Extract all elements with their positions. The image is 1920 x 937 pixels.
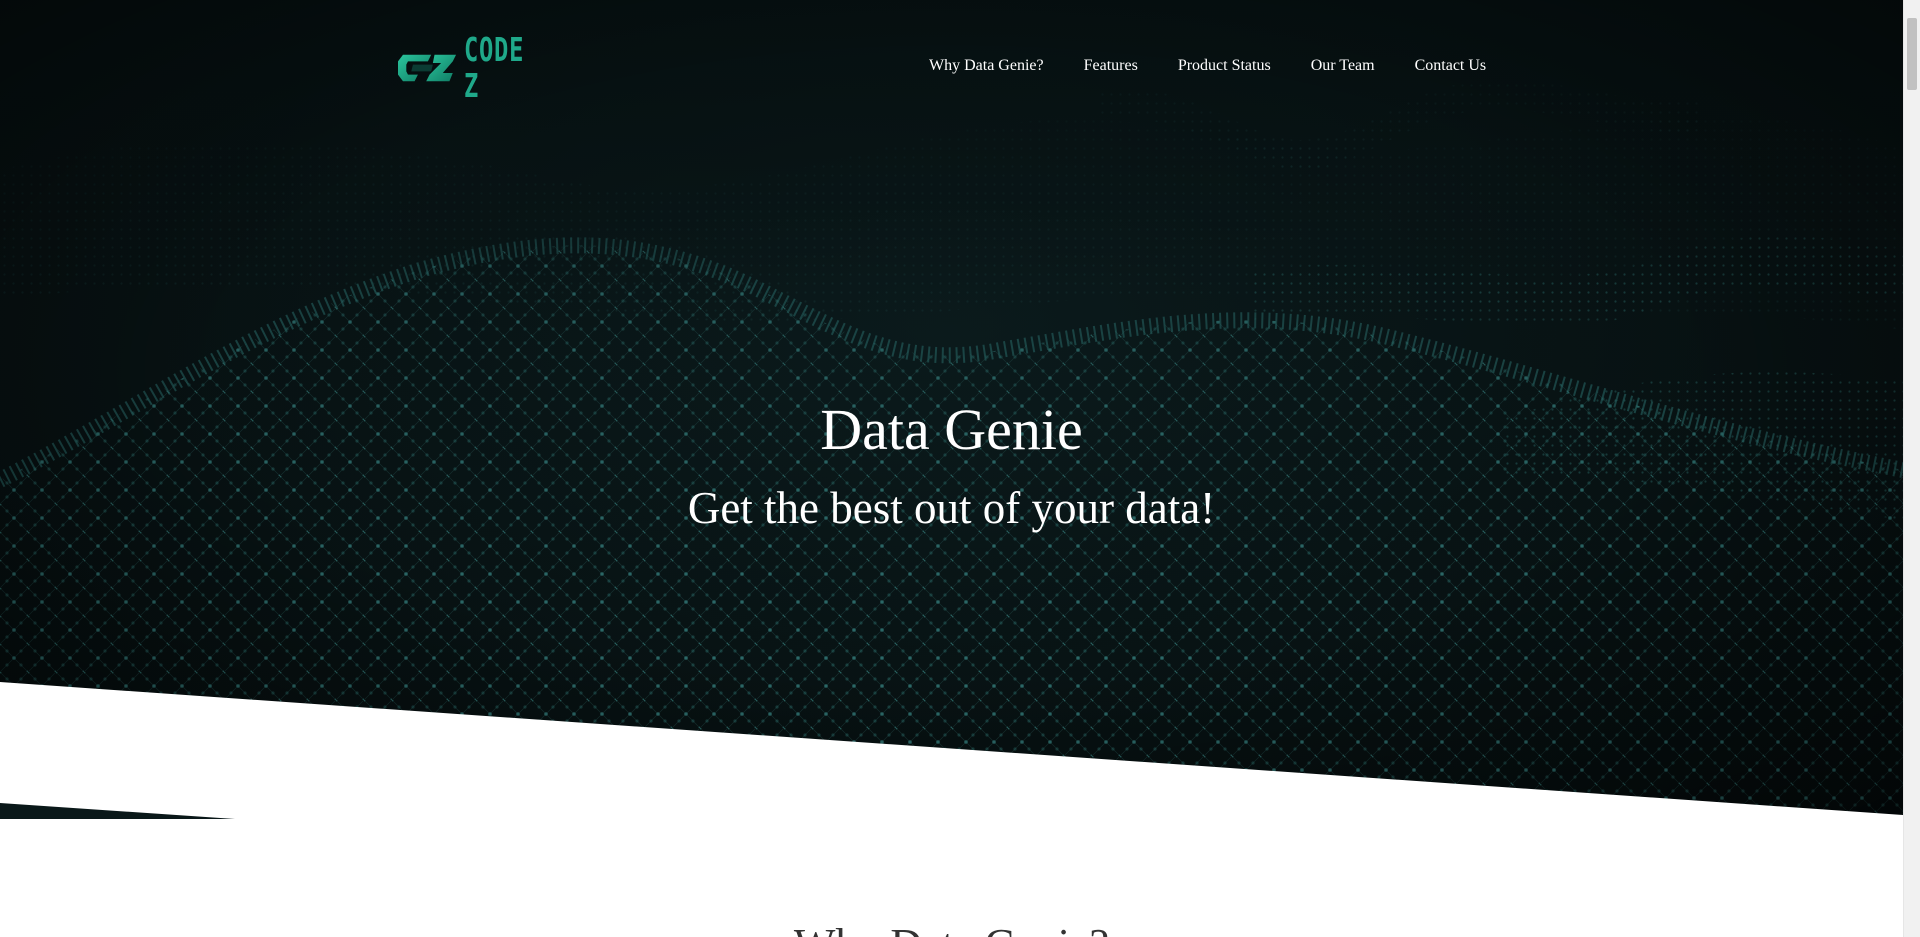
hero-subtitle: Get the best out of your data! [687,483,1216,533]
vertical-scrollbar[interactable] [1903,0,1920,937]
navbar: CODE Z Why Data Genie? Features Product … [0,0,1903,132]
page: CODE Z Why Data Genie? Features Product … [0,0,1903,937]
nav-item-our-team[interactable]: Our Team [1311,52,1375,80]
nav-item-product-status[interactable]: Product Status [1178,52,1271,80]
nav-item-contact-us[interactable]: Contact Us [1415,52,1487,80]
nav-item-features[interactable]: Features [1084,52,1138,80]
hero-section: CODE Z Why Data Genie? Features Product … [0,0,1903,820]
brand-name: CODE Z [464,30,525,105]
code-z-logo-icon [398,54,457,82]
logo[interactable]: CODE Z [398,32,568,104]
hero-title: Data Genie [820,397,1083,462]
main-nav: Why Data Genie? Features Product Status … [929,52,1486,80]
scrollbar-thumb[interactable] [1907,18,1917,90]
nav-item-why-data-genie[interactable]: Why Data Genie? [929,52,1044,80]
section-heading-why-data-genie: Why Data Genie? [0,920,1903,937]
browser-viewport: CODE Z Why Data Genie? Features Product … [0,0,1920,937]
